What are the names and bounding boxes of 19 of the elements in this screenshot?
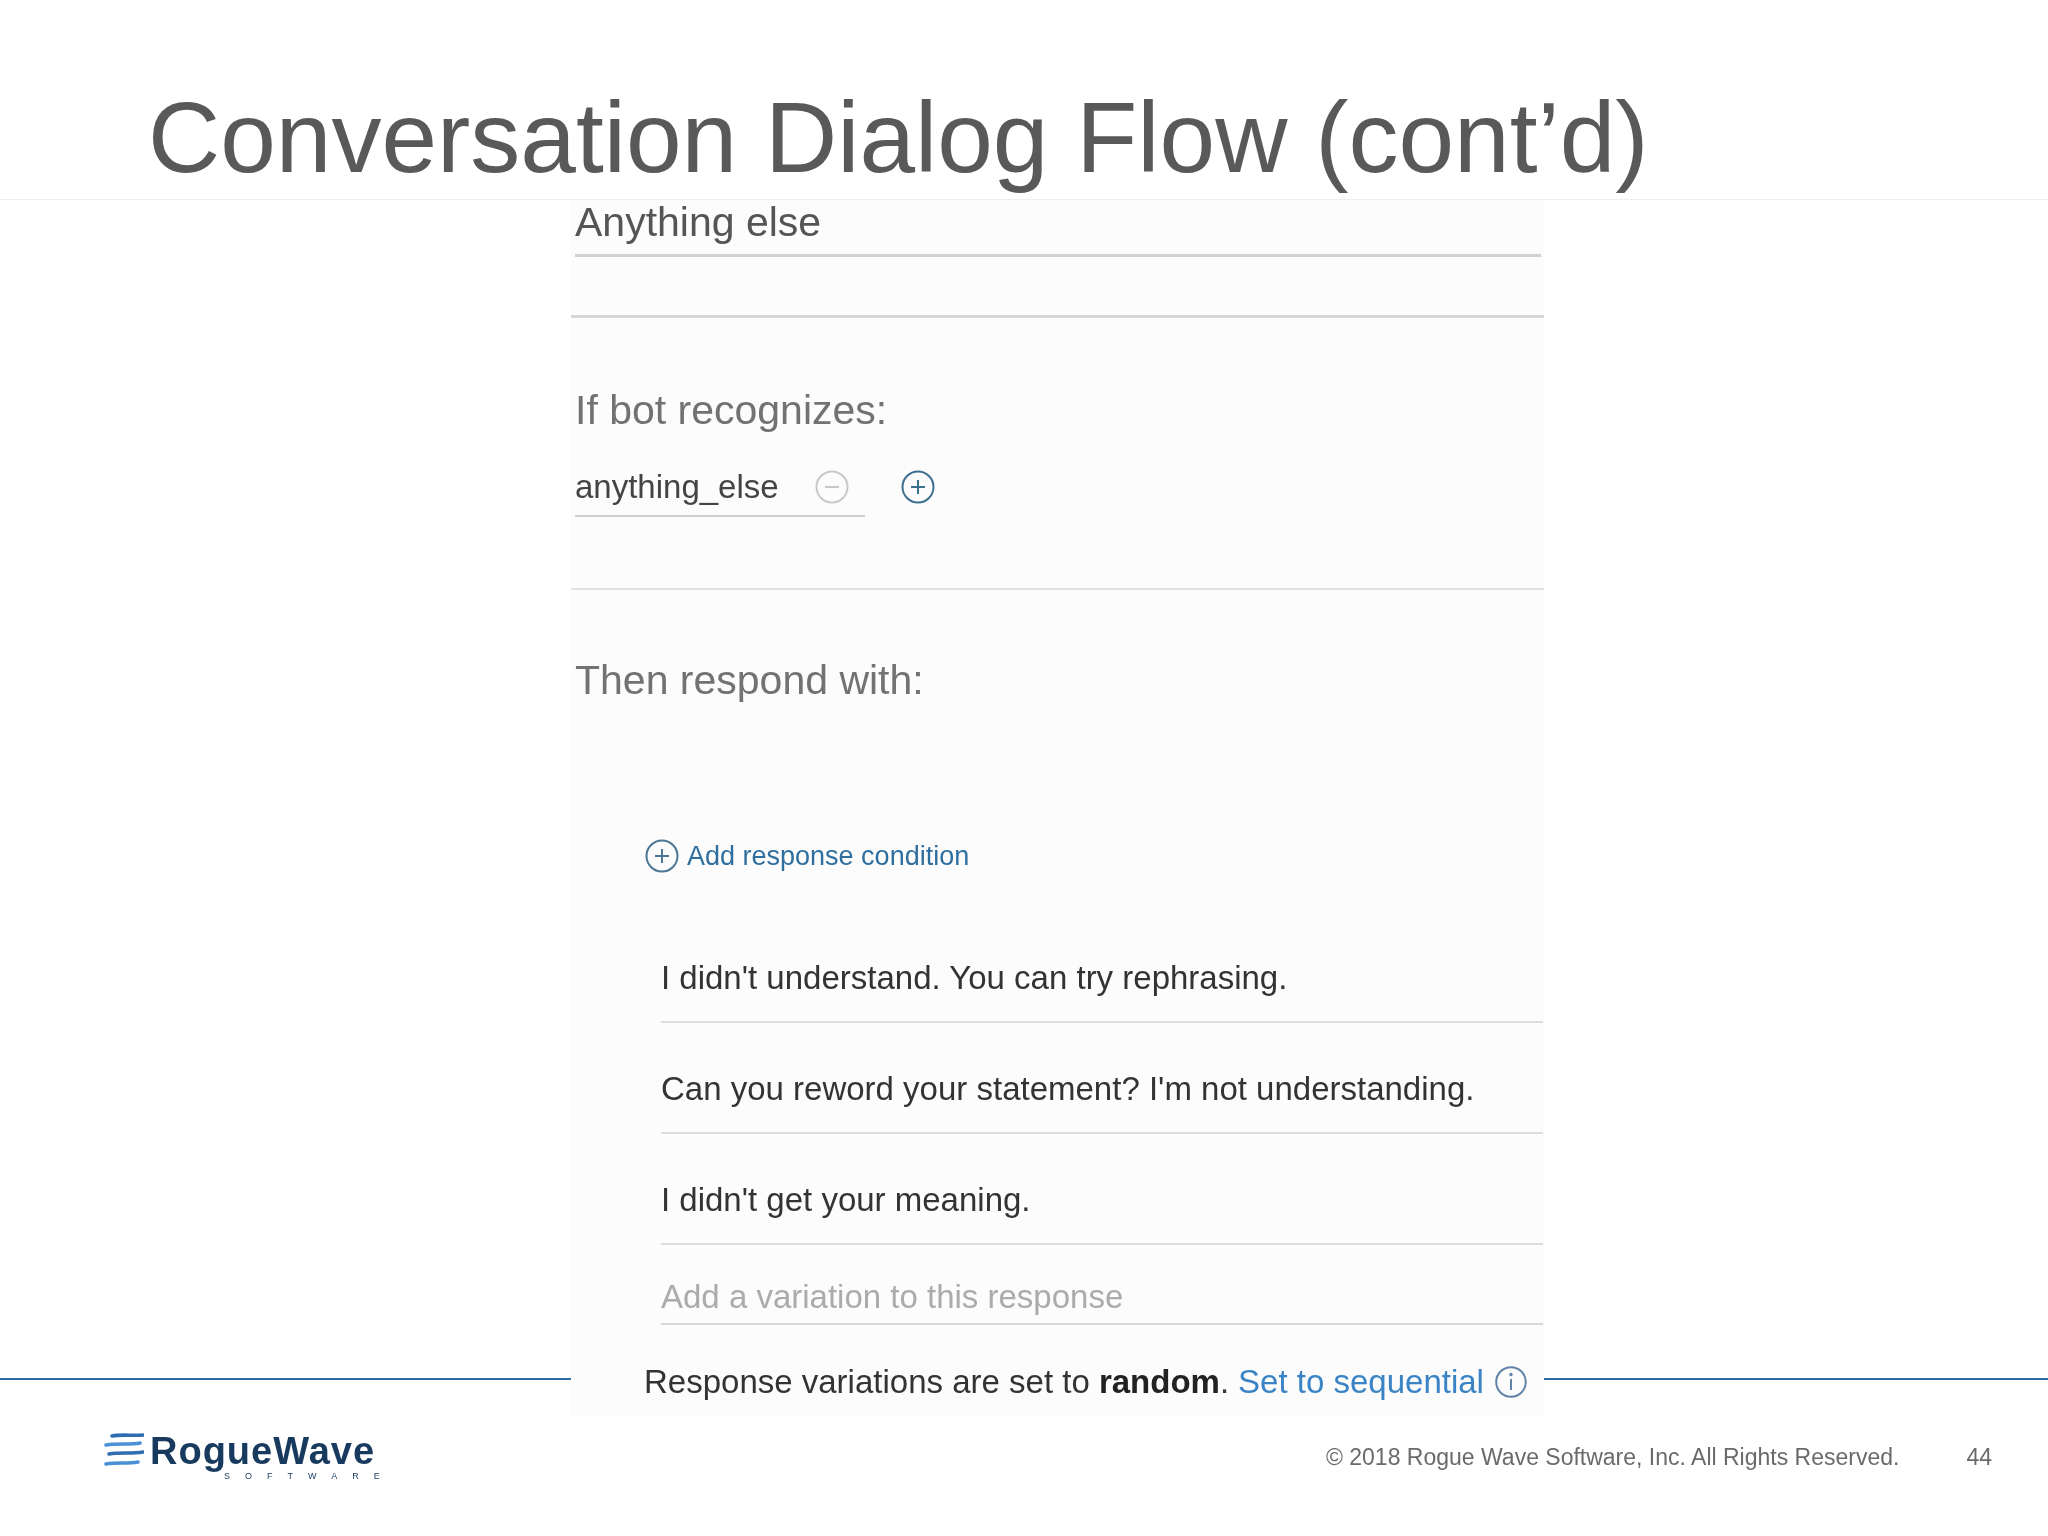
wave-stripes-logo-icon — [104, 1433, 144, 1467]
copyright-text: © 2018 Rogue Wave Software, Inc. All Rights Reserved. — [1325, 1443, 1900, 1471]
new-variation-field[interactable]: Add a variation to this response — [661, 1267, 1543, 1325]
info-icon[interactable] — [1494, 1366, 1527, 1398]
slide-title: Conversation Dialog Flow (cont’d) — [148, 80, 1650, 195]
node-name-field[interactable]: Anything else — [575, 200, 1541, 257]
set-to-sequential-link[interactable]: Set to sequential — [1238, 1363, 1484, 1401]
section-heading: If bot recognizes: — [575, 386, 888, 434]
response-variation-field[interactable]: I didn't get your meaning. — [661, 1170, 1543, 1245]
plus-circle-icon[interactable] — [901, 470, 935, 504]
section-heading: Then respond with: — [575, 656, 924, 704]
logo-tagline: SOFTWARE — [224, 1471, 395, 1481]
add-response-condition-link[interactable]: Add response condition — [645, 836, 970, 876]
variation-mode-text: Response variations are set to random. — [644, 1363, 1230, 1401]
response-variation-field[interactable]: Can you reword your statement? I'm not understanding. — [661, 1059, 1543, 1134]
condition-field[interactable]: anything_else — [575, 467, 865, 517]
response-variation-field[interactable]: I didn't understand. You can try rephrasing. — [661, 948, 1543, 1023]
page-number: 44 — [1966, 1443, 1992, 1471]
plus-circle-icon — [645, 839, 679, 873]
